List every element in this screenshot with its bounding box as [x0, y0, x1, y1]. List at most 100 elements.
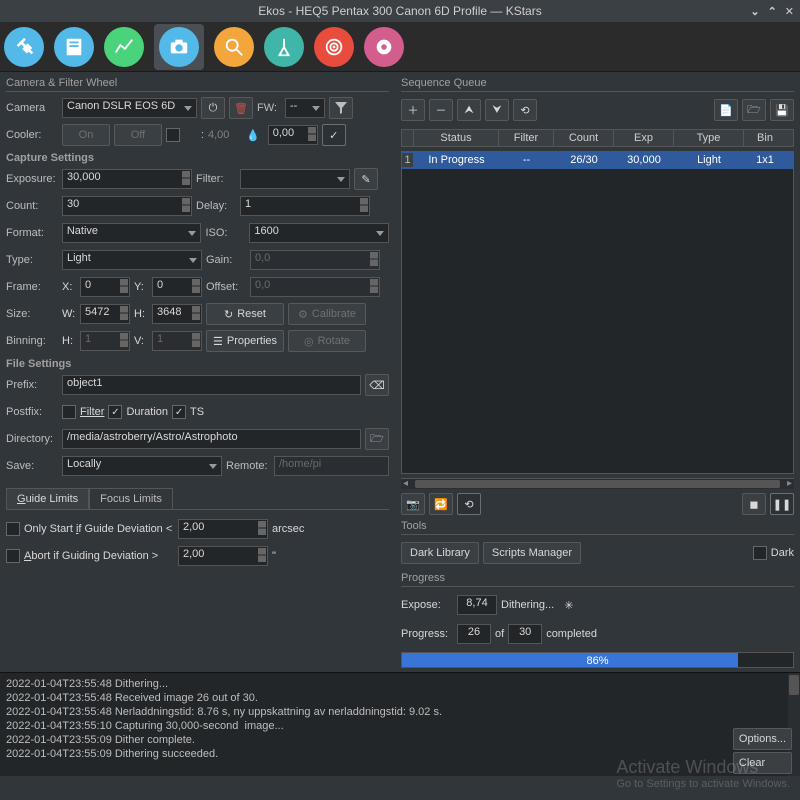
type-select[interactable]: Light	[62, 250, 202, 270]
type-label: Type:	[6, 254, 58, 266]
reset-job-icon[interactable]: ⟲	[513, 99, 537, 121]
module-tabs	[0, 22, 800, 72]
watermark-subtitle: Go to Settings to activate Windows.	[616, 778, 790, 790]
pause-icon[interactable]: ❚❚	[770, 493, 794, 515]
th-count[interactable]: Count	[554, 130, 614, 146]
stop-icon[interactable]: ◼	[742, 493, 766, 515]
humidity-input[interactable]: 0,00	[268, 125, 318, 145]
frame-y-input[interactable]: 0	[152, 277, 202, 297]
postfix-ts-check[interactable]: TS	[172, 405, 204, 419]
calibrate-button[interactable]: ⚙ Calibrate	[288, 303, 366, 325]
cell-filter: --	[499, 153, 554, 167]
guide-abort-input[interactable]: 2,00	[178, 546, 268, 566]
confirm-checkbox[interactable]: ✓	[322, 124, 346, 146]
trash-icon[interactable]: 🗑	[229, 97, 253, 119]
format-label: Format:	[6, 227, 58, 239]
cooler-temp-limit: :	[184, 129, 204, 141]
scripts-manager-button[interactable]: Scripts Manager	[483, 542, 581, 564]
delay-input[interactable]: 1	[240, 196, 370, 216]
dithering-label: Dithering...	[501, 599, 554, 611]
save-select[interactable]: Locally	[62, 456, 222, 476]
size-h-input[interactable]: 3648	[152, 304, 202, 324]
th-status[interactable]: Status	[414, 130, 499, 146]
size-label: Size:	[6, 308, 58, 320]
dark-library-button[interactable]: Dark Library	[401, 542, 479, 564]
tab-setup-icon[interactable]	[4, 27, 44, 67]
options-button[interactable]: Options...	[733, 728, 792, 750]
fw-select[interactable]: --	[285, 98, 325, 118]
postfix-label: Postfix:	[6, 406, 58, 418]
live-stack-icon[interactable]: ⟲	[457, 493, 481, 515]
cooler-on-button[interactable]: On	[62, 124, 110, 146]
tab-analyze-icon[interactable]	[104, 27, 144, 67]
postfix-filter-check[interactable]: Filter	[62, 405, 104, 419]
reset-label: Reset	[237, 308, 266, 320]
postfix-ts-label: TS	[190, 406, 204, 418]
minimize-icon[interactable]: ⌄	[750, 5, 759, 18]
move-up-icon[interactable]: ⮝	[457, 99, 481, 121]
remove-job-icon[interactable]: －	[429, 99, 453, 121]
cooler-temp-checkbox[interactable]	[166, 128, 180, 142]
tab-mount-icon[interactable]	[264, 27, 304, 67]
gain-input: 0,0	[250, 250, 380, 270]
directory-label: Directory:	[6, 433, 58, 445]
prefix-input[interactable]: object1	[62, 375, 361, 395]
move-down-icon[interactable]: ⮟	[485, 99, 509, 121]
th-bin[interactable]: Bin	[744, 130, 786, 146]
frame-x-input[interactable]: 0	[80, 277, 130, 297]
postfix-duration-check[interactable]: Duration	[108, 405, 168, 419]
tab-focus-limits[interactable]: Focus Limits	[89, 488, 173, 509]
th-filter[interactable]: Filter	[499, 130, 554, 146]
th-type[interactable]: Type	[674, 130, 744, 146]
tab-capture-active[interactable]	[154, 24, 204, 70]
tab-guide-icon[interactable]	[364, 27, 404, 67]
tab-focus-icon[interactable]	[214, 27, 254, 67]
tab-scheduler-icon[interactable]	[54, 27, 94, 67]
properties-button[interactable]: ☰ Properties	[206, 330, 284, 352]
log-text[interactable]: 2022-01-04T23:55:48 Dithering... 2022-01…	[0, 673, 800, 765]
reset-button[interactable]: ↻ Reset	[206, 303, 284, 325]
tab-align-icon[interactable]	[314, 27, 354, 67]
loop-icon[interactable]: 🔁	[429, 493, 453, 515]
power-icon[interactable]: ⏻	[201, 97, 225, 119]
count-input[interactable]: 30	[62, 196, 192, 216]
dark-checkbox[interactable]: Dark	[753, 546, 794, 560]
guide-start-checkbox[interactable]	[6, 522, 20, 536]
clear-log-button[interactable]: Clear	[733, 752, 792, 774]
guide-start-unit: arcsec	[272, 523, 304, 535]
iso-select[interactable]: 1600	[249, 223, 389, 243]
playback-controls: 📷 🔁 ⟲ ◼ ❚❚	[401, 493, 794, 515]
cooler-temp-value: 4,00	[208, 129, 238, 141]
open-queue-icon[interactable]: 🗁	[742, 99, 766, 121]
add-job-icon[interactable]: ＋	[401, 99, 425, 121]
camera-select[interactable]: Canon DSLR EOS 6D	[62, 98, 197, 118]
new-queue-icon[interactable]: 📄	[714, 99, 738, 121]
table-row[interactable]: 1 In Progress -- 26/30 30,000 Light 1x1	[402, 151, 793, 169]
clear-prefix-icon[interactable]: ⌫	[365, 374, 389, 396]
size-w-input[interactable]: 5472	[80, 304, 130, 324]
table-hscrollbar[interactable]	[401, 478, 794, 489]
guide-start-input[interactable]: 2,00	[178, 519, 268, 539]
exposure-input[interactable]: 30,000	[62, 169, 192, 189]
guide-abort-checkbox[interactable]	[6, 549, 20, 563]
close-icon[interactable]: ✕	[785, 5, 794, 18]
save-queue-icon[interactable]: 💾	[770, 99, 794, 121]
maximize-icon[interactable]: ⌃	[768, 5, 777, 18]
window-title: Ekos - HEQ5 Pentax 300 Canon 6D Profile …	[258, 4, 541, 18]
th-exp[interactable]: Exp	[614, 130, 674, 146]
format-select[interactable]: Native	[62, 223, 202, 243]
filter-icon[interactable]	[329, 97, 353, 119]
cooler-off-button[interactable]: Off	[114, 124, 162, 146]
edit-filter-icon[interactable]: ✎	[354, 168, 378, 190]
directory-input[interactable]: /media/astroberry/Astro/Astrophoto	[62, 429, 361, 449]
cell-type: Light	[674, 153, 744, 167]
postfix-filter-label: Filter	[80, 406, 104, 418]
filter-select[interactable]	[240, 169, 350, 189]
cell-bin: 1x1	[744, 153, 786, 167]
browse-directory-icon[interactable]: 🗁	[365, 428, 389, 450]
tab-guide-limits[interactable]: Guide Limits	[6, 488, 89, 509]
cooler-label: Cooler:	[6, 129, 58, 141]
preview-icon[interactable]: 📷	[401, 493, 425, 515]
capture-settings-label: Capture Settings	[6, 151, 389, 166]
rotate-button[interactable]: ◎ Rotate	[288, 330, 366, 352]
